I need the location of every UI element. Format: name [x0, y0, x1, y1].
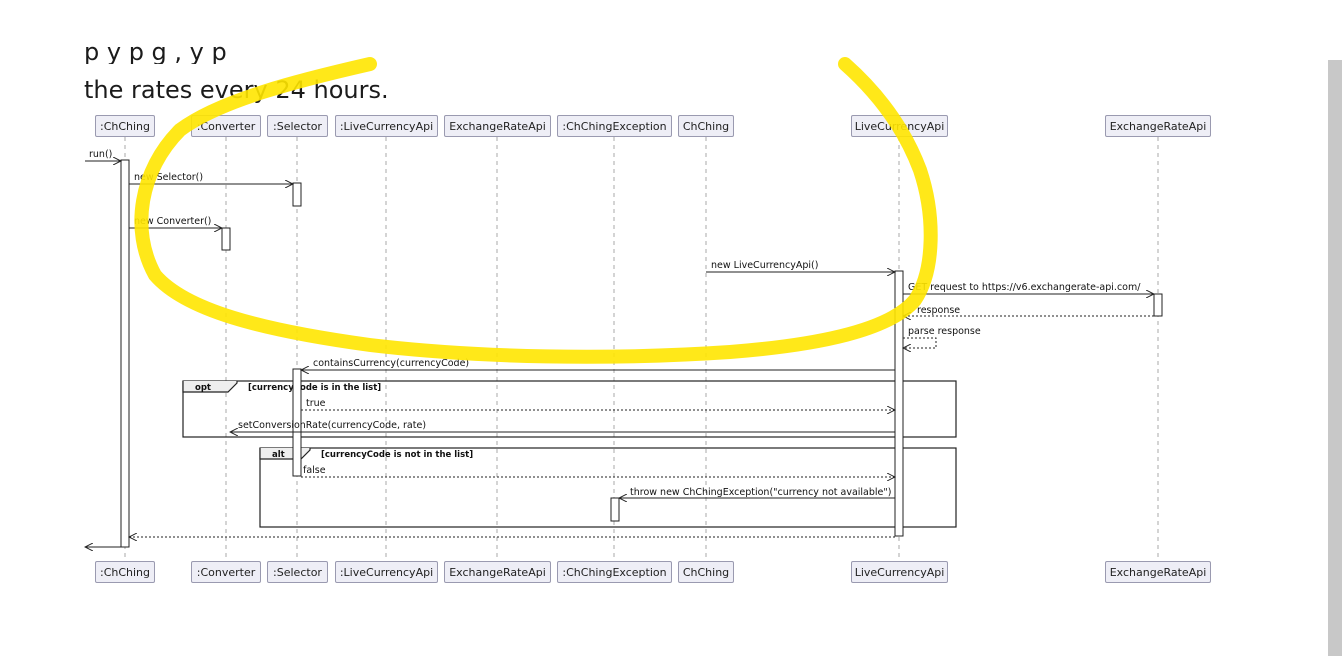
msg-parse-response: parse response: [908, 326, 981, 337]
sequence-diagram: opt [currencyCode is in the list] alt [c…: [0, 57, 1163, 560]
msg-new-livecurrencyapi: new LiveCurrencyApi(): [711, 260, 818, 271]
activation-selector-1: [292, 182, 302, 207]
opt-fragment-guard: [currencyCode is in the list]: [248, 383, 381, 393]
msg-contains-currency: containsCurrency(currencyCode): [313, 358, 469, 369]
msg-run: run(): [89, 149, 112, 160]
participant-livecurrencyapi-bottom: LiveCurrencyApi: [851, 561, 948, 583]
msg-get-request: GET request to https://v6.exchangerate-a…: [908, 282, 1141, 293]
participant-selector-bottom: :Selector: [267, 561, 328, 583]
arrow-parse-response: [903, 337, 937, 348]
activation-chchingexception: [610, 497, 620, 522]
activation-converter: [221, 227, 231, 251]
participant-exchangerateapi-a-bottom: ExchangeRateApi: [444, 561, 551, 583]
participant-chchingexception-bottom: :ChChingException: [557, 561, 672, 583]
msg-set-conversion-rate: setConversionRate(currencyCode, rate): [238, 420, 426, 431]
participant-chching-bottom: :ChChing: [95, 561, 155, 583]
activation-chching: [120, 159, 130, 548]
vertical-scrollbar[interactable]: [1328, 60, 1342, 656]
participant-chching-class-bottom: ChChing: [678, 561, 734, 583]
msg-true: true: [306, 398, 326, 409]
msg-response: response: [917, 305, 960, 316]
opt-fragment-label: opt: [195, 383, 211, 393]
alt-fragment-label: alt: [272, 450, 285, 460]
msg-throw-exception: throw new ChChingException("currency not…: [630, 487, 891, 498]
alt-fragment-guard: [currencyCode is not in the list]: [321, 450, 473, 460]
participant-converter-bottom: :Converter: [191, 561, 261, 583]
msg-false: false: [303, 465, 326, 476]
participant-livecurrencyapi-instance-bottom: :LiveCurrencyApi: [335, 561, 438, 583]
participant-exchangerateapi-b-bottom: ExchangeRateApi: [1105, 561, 1211, 583]
activation-exchangerateapi: [1153, 293, 1163, 317]
highlighter-scribble: [134, 57, 938, 364]
